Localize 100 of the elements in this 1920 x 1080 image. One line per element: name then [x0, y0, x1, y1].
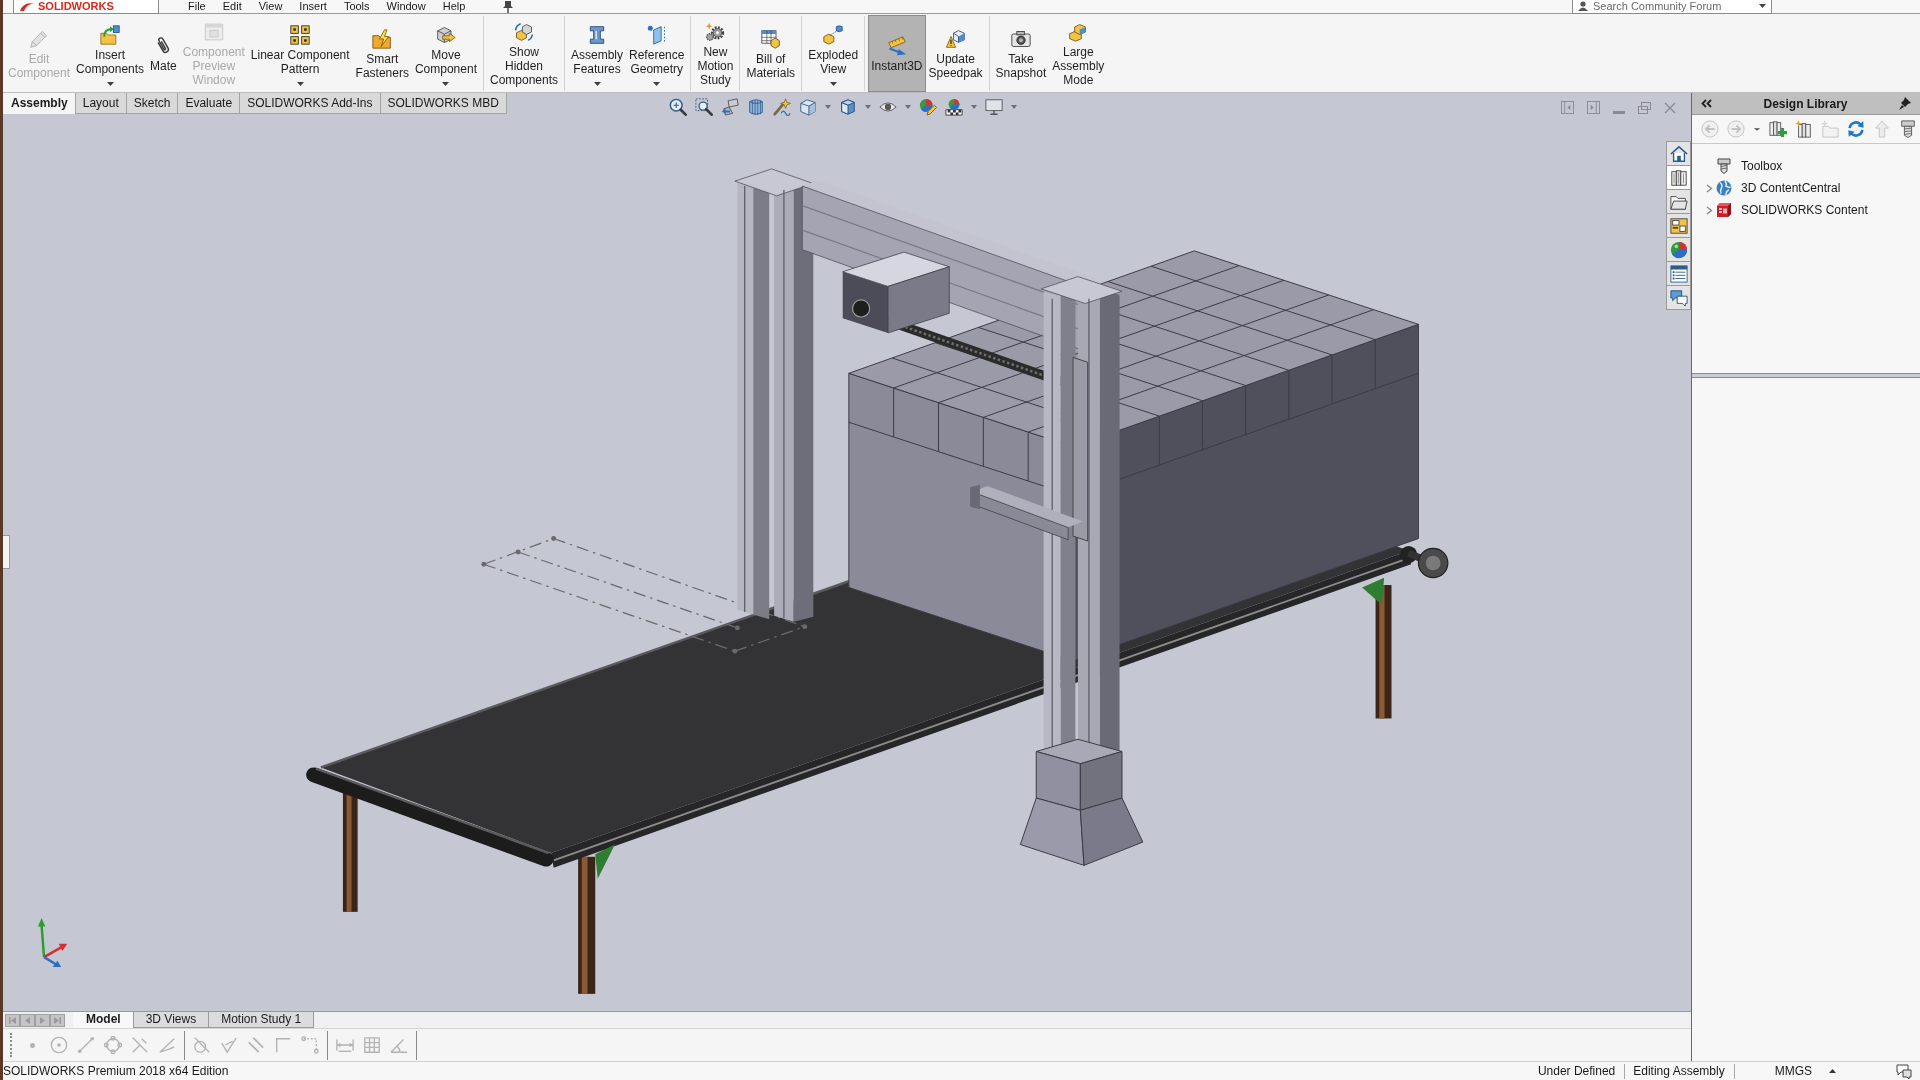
menu-item[interactable]: File: [188, 1, 206, 12]
menu-item[interactable]: Edit: [222, 1, 242, 12]
axis-triad-icon: [37, 918, 68, 967]
i-beam-icon: [587, 24, 607, 45]
sliced-cylinder-icon[interactable]: [747, 98, 765, 116]
panel-handle[interactable]: [3, 535, 10, 569]
assembly-features-button[interactable]: Assembly Features: [568, 15, 627, 92]
logo-text: SOLIDWORKS: [38, 0, 114, 12]
task-pane-tab[interactable]: [1666, 165, 1691, 190]
instant3d-button[interactable]: Instant3D: [868, 15, 926, 92]
plane-point-icon: [646, 24, 667, 45]
cube-warning-icon: [945, 28, 966, 49]
exploded-cube-icon: [823, 24, 844, 45]
double-chevron-icon[interactable]: [1701, 99, 1712, 108]
insert-components-button[interactable]: Insert Components: [73, 15, 148, 92]
skip-back-icon[interactable]: [5, 1013, 20, 1027]
wand-icon[interactable]: [773, 98, 791, 116]
ball-scene-icon[interactable]: [945, 98, 963, 116]
caret-left-icon[interactable]: [20, 1013, 35, 1027]
ribbon-tab[interactable]: Layout: [74, 93, 127, 114]
shaded-cube-icon[interactable]: [839, 98, 857, 116]
pin-icon[interactable]: [503, 0, 514, 13]
task-pane-tab[interactable]: [1666, 285, 1691, 310]
bottom-tab[interactable]: Model: [73, 1012, 134, 1028]
bottom-tab[interactable]: 3D Views: [132, 1012, 210, 1028]
pane-title: Design Library: [1762, 95, 1849, 113]
ribbon-tab[interactable]: Evaluate: [177, 93, 241, 114]
tile-left-icon[interactable]: [1561, 101, 1574, 114]
folder-arrow-icon: [100, 24, 121, 45]
book-stack-icon: [1669, 168, 1688, 187]
globe-icon: [1716, 180, 1732, 196]
menu-item[interactable]: Help: [442, 1, 466, 12]
gear-pair-icon: [705, 21, 726, 42]
exploded-view-button[interactable]: Exploded View: [805, 15, 862, 92]
tree-item[interactable]: Toolbox: [1741, 157, 1783, 175]
minimize-icon[interactable]: [1613, 110, 1625, 114]
task-pane-tab[interactable]: [1666, 213, 1691, 238]
units-button[interactable]: MMGS: [1774, 1065, 1836, 1077]
monitor-icon[interactable]: [985, 98, 1003, 116]
menu-item[interactable]: Tools: [343, 1, 370, 12]
chevron-right-icon[interactable]: [1705, 205, 1713, 215]
folder-lightning-icon: [372, 28, 393, 49]
screw-icon[interactable]: [1899, 120, 1917, 138]
caret-icon[interactable]: [1759, 4, 1766, 8]
tile-right-icon[interactable]: [1587, 101, 1600, 114]
bill-of-materials-button[interactable]: Bill of Materials: [743, 15, 799, 92]
pin-icon[interactable]: [1899, 97, 1911, 110]
cube-icon[interactable]: [799, 98, 817, 116]
skip-forward-icon[interactable]: [50, 1013, 65, 1027]
motion-study-button[interactable]: New Motion Study: [694, 15, 737, 92]
home-icon: [1669, 144, 1688, 163]
caret-right-icon[interactable]: [35, 1013, 50, 1027]
edit-mode-status: Editing Assembly: [1632, 1065, 1726, 1077]
bottom-tab[interactable]: Motion Study 1: [208, 1012, 315, 1028]
ball-pencil-icon[interactable]: [919, 98, 937, 116]
palette-window-icon: [1669, 216, 1688, 235]
leg-bracket: [595, 844, 615, 879]
task-pane-tab[interactable]: [1666, 237, 1691, 262]
camera-icon: [1010, 28, 1031, 49]
move-component-button[interactable]: Move Component: [411, 15, 480, 92]
menu-item[interactable]: Insert: [299, 1, 327, 12]
square-grid-icon: [290, 24, 311, 45]
menu-item[interactable]: Window: [386, 1, 426, 12]
ribbon-tab[interactable]: Assembly: [3, 93, 76, 114]
tree-item[interactable]: SOLIDWORKS Content: [1741, 201, 1868, 219]
list-icon: [1669, 264, 1688, 283]
close-icon[interactable]: [1664, 101, 1676, 114]
reference-geometry-button[interactable]: Reference Geometry: [626, 15, 688, 92]
task-pane-tab[interactable]: [1666, 261, 1691, 286]
screw-icon: [1716, 158, 1732, 174]
ribbon-tab[interactable]: Sketch: [125, 93, 179, 114]
show-hidden-button[interactable]: Show Hidden Components: [486, 15, 561, 92]
task-pane-tab[interactable]: [1666, 189, 1691, 214]
restore-icon[interactable]: [1638, 101, 1651, 114]
user-icon: [1578, 1, 1588, 11]
search-field[interactable]: Search Community Forum: [1572, 0, 1772, 14]
mate-button[interactable]: Mate: [147, 15, 180, 92]
tree-item[interactable]: 3D ContentCentral: [1741, 179, 1841, 197]
menu-item[interactable]: View: [258, 1, 283, 12]
planes-arrow-icon[interactable]: [721, 98, 739, 116]
cube-arrow-icon: [435, 24, 456, 45]
refresh-icon[interactable]: [1847, 120, 1865, 138]
magnifier-icon[interactable]: [669, 98, 687, 116]
linear-pattern-button[interactable]: Linear Component Pattern: [247, 15, 353, 92]
smart-fasteners-button[interactable]: Smart Fasteners: [352, 15, 412, 92]
chevron-right-icon[interactable]: [1705, 183, 1713, 193]
chat-icon: [1669, 288, 1688, 307]
ribbon-tab[interactable]: SOLIDWORKS Add-Ins: [239, 93, 381, 114]
update-speedpak-button[interactable]: Update Speedpak: [925, 15, 986, 92]
take-snapshot-button[interactable]: Take Snapshot: [992, 15, 1050, 92]
book-plus-icon[interactable]: [1769, 120, 1787, 138]
ribbon-tab[interactable]: SOLIDWORKS MBD: [379, 93, 507, 114]
chat-icon[interactable]: [1896, 1063, 1912, 1079]
book-star-icon[interactable]: [1795, 120, 1813, 138]
color-ball-icon: [1669, 240, 1688, 259]
large-assembly-mode-button[interactable]: Large Assembly Mode: [1049, 15, 1108, 92]
task-pane-tab[interactable]: [1666, 141, 1691, 166]
leg-bracket: [1362, 577, 1385, 605]
magnifier-frame-icon[interactable]: [695, 98, 713, 116]
caret-icon[interactable]: [1753, 126, 1761, 132]
